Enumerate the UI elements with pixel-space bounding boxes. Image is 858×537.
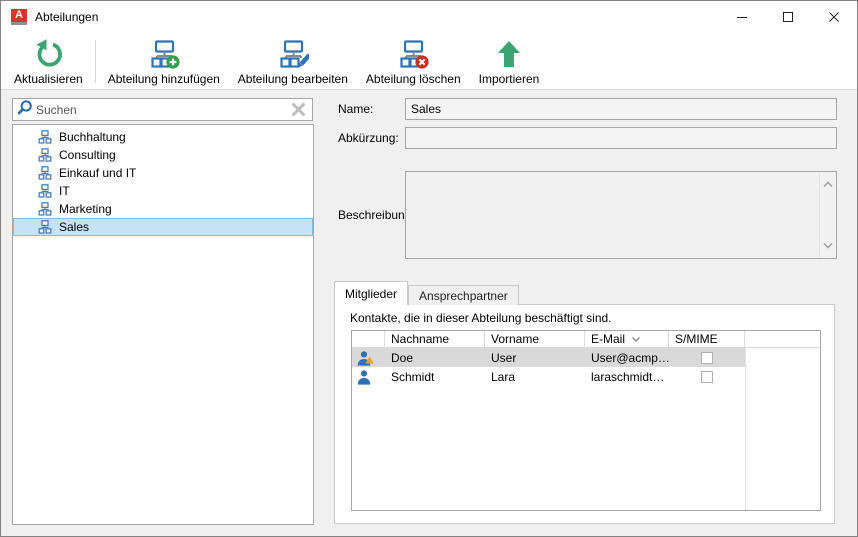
- column-header-nachname[interactable]: Nachname: [385, 331, 485, 347]
- maximize-button[interactable]: [765, 1, 811, 33]
- abbreviation-field[interactable]: [405, 127, 837, 149]
- import-icon: [493, 37, 525, 71]
- sort-descending-icon: [631, 336, 641, 343]
- smime-checkbox[interactable]: [701, 371, 713, 383]
- contact-icon: [356, 369, 372, 385]
- column-header-email[interactable]: E-Mail: [585, 331, 669, 347]
- name-label: Name:: [338, 102, 373, 116]
- import-button[interactable]: Importieren: [470, 35, 549, 89]
- department-icon: [38, 202, 52, 216]
- table-header: Nachname Vorname E-Mail S/MIME: [352, 331, 820, 348]
- window-title: Abteilungen: [35, 10, 98, 24]
- detail-tabs: Mitglieder Ansprechpartner: [334, 281, 519, 305]
- close-button[interactable]: [811, 1, 857, 33]
- scroll-down-icon[interactable]: [822, 239, 834, 253]
- app-logo-icon: A: [11, 9, 27, 25]
- edit-department-button[interactable]: Abteilung bearbeiten: [229, 35, 357, 89]
- department-item-einkauf-und-it[interactable]: Einkauf und IT: [13, 164, 313, 182]
- department-edit-icon: [277, 37, 309, 71]
- description-field[interactable]: [405, 171, 837, 259]
- department-item-sales[interactable]: Sales: [13, 218, 313, 236]
- cell-email: laraschmidt…: [585, 367, 669, 386]
- window-controls: [719, 1, 857, 33]
- cell-nachname: Schmidt: [385, 367, 485, 386]
- search-input[interactable]: [34, 103, 291, 117]
- department-item-it[interactable]: IT: [13, 182, 313, 200]
- department-icon: [38, 220, 52, 234]
- refresh-button[interactable]: Aktualisieren: [5, 35, 92, 89]
- tab-mitglieder[interactable]: Mitglieder: [334, 281, 408, 305]
- department-list: Buchhaltung Consulting Einkauf und IT IT…: [12, 124, 314, 525]
- table-row[interactable]: Schmidt Lara laraschmidt…: [352, 367, 820, 386]
- department-icon: [38, 130, 52, 144]
- column-header-vorname[interactable]: Vorname: [485, 331, 585, 347]
- cell-email: User@acmp…: [585, 348, 669, 367]
- search-icon: [16, 99, 34, 120]
- toolbar-separator: [95, 40, 96, 83]
- members-table: Nachname Vorname E-Mail S/MIME Doe User …: [351, 330, 821, 511]
- name-field[interactable]: [405, 98, 837, 120]
- department-item-marketing[interactable]: Marketing: [13, 200, 313, 218]
- members-caption: Kontakte, die in dieser Abteilung beschä…: [350, 311, 612, 325]
- maximize-icon: [783, 12, 793, 22]
- table-row[interactable]: Doe User User@acmp…: [352, 348, 820, 367]
- description-scrollbar[interactable]: [819, 173, 835, 257]
- toolbar: Aktualisieren Abteilung hinzufügen: [1, 33, 857, 90]
- delete-department-button[interactable]: Abteilung löschen: [357, 35, 470, 89]
- departments-window: A Abteilungen Aktualisieren: [0, 0, 858, 537]
- contact-warning-icon: [356, 350, 372, 366]
- department-delete-icon: [397, 37, 429, 71]
- add-department-button[interactable]: Abteilung hinzufügen: [99, 35, 229, 89]
- department-add-icon: [148, 37, 180, 71]
- cell-nachname: Doe: [385, 348, 485, 367]
- description-label: Beschreibung: [338, 208, 411, 222]
- smime-checkbox[interactable]: [701, 352, 713, 364]
- tab-ansprechpartner[interactable]: Ansprechpartner: [408, 285, 519, 305]
- column-header-smime[interactable]: S/MIME: [669, 331, 745, 347]
- department-item-consulting[interactable]: Consulting: [13, 146, 313, 164]
- minimize-button[interactable]: [719, 1, 765, 33]
- department-icon: [38, 166, 52, 180]
- department-item-buchhaltung[interactable]: Buchhaltung: [13, 128, 313, 146]
- title-bar: A Abteilungen: [1, 1, 857, 33]
- minimize-icon: [737, 12, 747, 22]
- close-icon: [829, 12, 839, 22]
- scroll-up-icon[interactable]: [822, 177, 834, 191]
- refresh-icon: [32, 37, 64, 71]
- search-box: [12, 98, 313, 121]
- cell-vorname: User: [485, 348, 585, 367]
- cell-vorname: Lara: [485, 367, 585, 386]
- department-icon: [38, 148, 52, 162]
- department-icon: [38, 184, 52, 198]
- abbreviation-label: Abkürzung:: [338, 131, 399, 145]
- column-header-filler: [745, 331, 820, 347]
- search-clear-icon[interactable]: [291, 102, 306, 117]
- column-header-icon[interactable]: [352, 331, 385, 347]
